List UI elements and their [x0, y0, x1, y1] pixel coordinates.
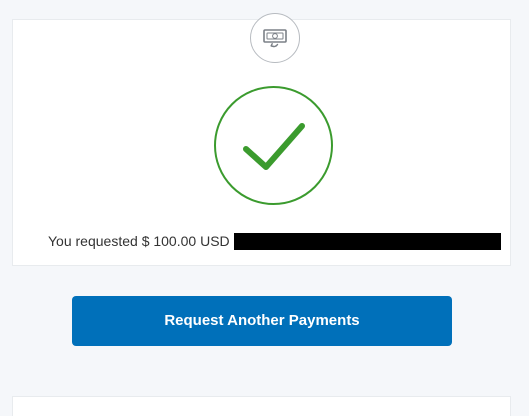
- currency-code: USD: [200, 233, 230, 249]
- money-return-icon: [250, 13, 300, 63]
- request-message: You requested $ 100.00 USD: [48, 233, 508, 250]
- secondary-card: [12, 396, 511, 416]
- payment-request-confirmation-page: You requested $ 100.00 USD Request Anoth…: [0, 0, 529, 416]
- requested-amount: $ 100.00: [141, 233, 197, 249]
- success-status: [214, 86, 333, 205]
- message-prefix: You requested: [48, 233, 138, 249]
- confirmation-card: You requested $ 100.00 USD: [12, 13, 511, 266]
- recipient-redaction: [233, 233, 501, 250]
- request-another-payments-button[interactable]: Request Another Payments: [72, 296, 452, 346]
- checkmark-icon: [242, 122, 305, 170]
